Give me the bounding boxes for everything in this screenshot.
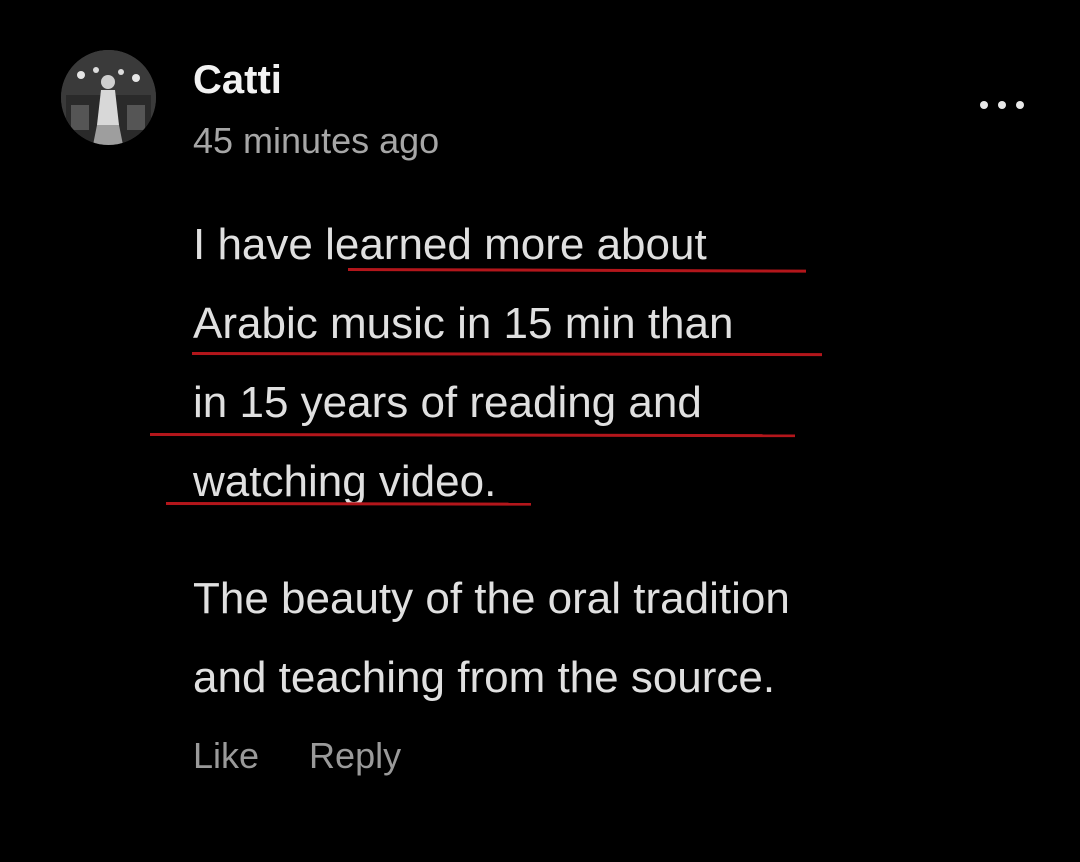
more-dot: [1016, 101, 1024, 109]
more-horizontal-icon[interactable]: [980, 92, 1024, 118]
avatar-photo: [61, 50, 156, 145]
comment-body: I have learned more about Arabic music i…: [193, 205, 1053, 717]
comment-line: Arabic music in 15 min than: [193, 299, 734, 348]
comment-actions: Like Reply: [193, 735, 401, 777]
comment-line: and teaching from the source.: [193, 653, 776, 702]
more-dot: [998, 101, 1006, 109]
comment-line: watching video.: [193, 457, 497, 506]
comment-author[interactable]: Catti: [193, 58, 282, 103]
reply-button[interactable]: Reply: [309, 735, 401, 777]
comment-timestamp: 45 minutes ago: [193, 120, 440, 161]
comment-line: in 15 years of reading and: [193, 378, 702, 427]
comment-paragraph: I have learned more about Arabic music i…: [193, 205, 1053, 521]
more-dot: [980, 101, 988, 109]
avatar[interactable]: [61, 50, 156, 145]
like-button[interactable]: Like: [193, 735, 259, 777]
comment-line: The beauty of the oral tradition: [193, 574, 790, 623]
comment-line: I have learned more about: [193, 220, 707, 269]
red-underline-annotation: [165, 502, 532, 506]
comment-paragraph: The beauty of the oral tradition and tea…: [193, 559, 1053, 717]
